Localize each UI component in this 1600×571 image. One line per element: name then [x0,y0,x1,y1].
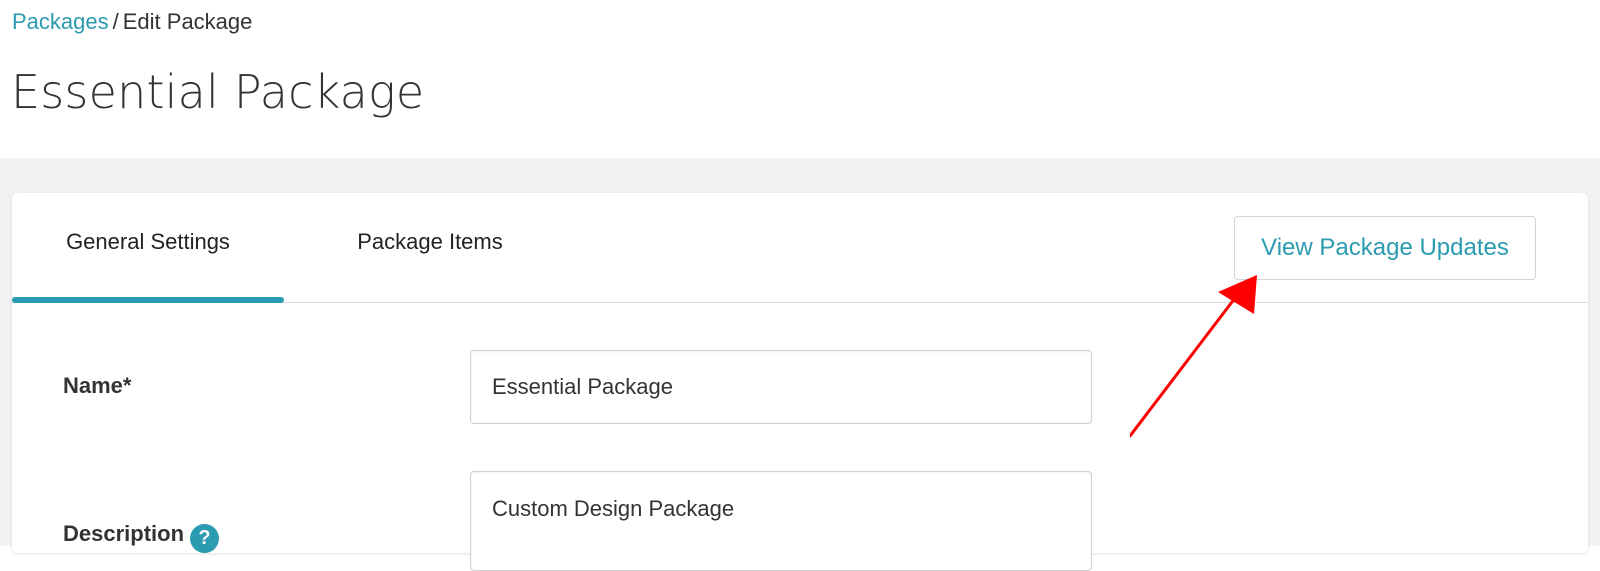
active-tab-indicator [12,297,284,303]
description-textarea[interactable]: Custom Design Package [470,471,1092,571]
tab-general-settings[interactable]: General Settings [12,193,284,303]
breadcrumb-current: Edit Package [122,9,253,34]
edit-package-card: General Settings Package Items View Pack… [12,193,1588,571]
tab-bar: General Settings Package Items View Pack… [12,193,1588,303]
description-label: Description [63,521,185,546]
help-icon[interactable]: ? [190,524,220,553]
page-title: Essential Package [11,65,425,119]
name-label: Name* [63,373,132,398]
red-arrow-icon [1130,275,1257,438]
description-label-row: Description? [63,521,220,553]
breadcrumb-separator: / [112,9,119,34]
view-package-updates-button[interactable]: View Package Updates [1234,216,1536,280]
breadcrumb-packages-link[interactable]: Packages [12,9,109,34]
breadcrumb: Packages / Edit Package [12,9,252,35]
page-header: Packages / Edit Package Essential Package [0,0,1600,158]
tab-package-items[interactable]: Package Items [308,193,552,303]
name-input[interactable] [470,350,1092,424]
